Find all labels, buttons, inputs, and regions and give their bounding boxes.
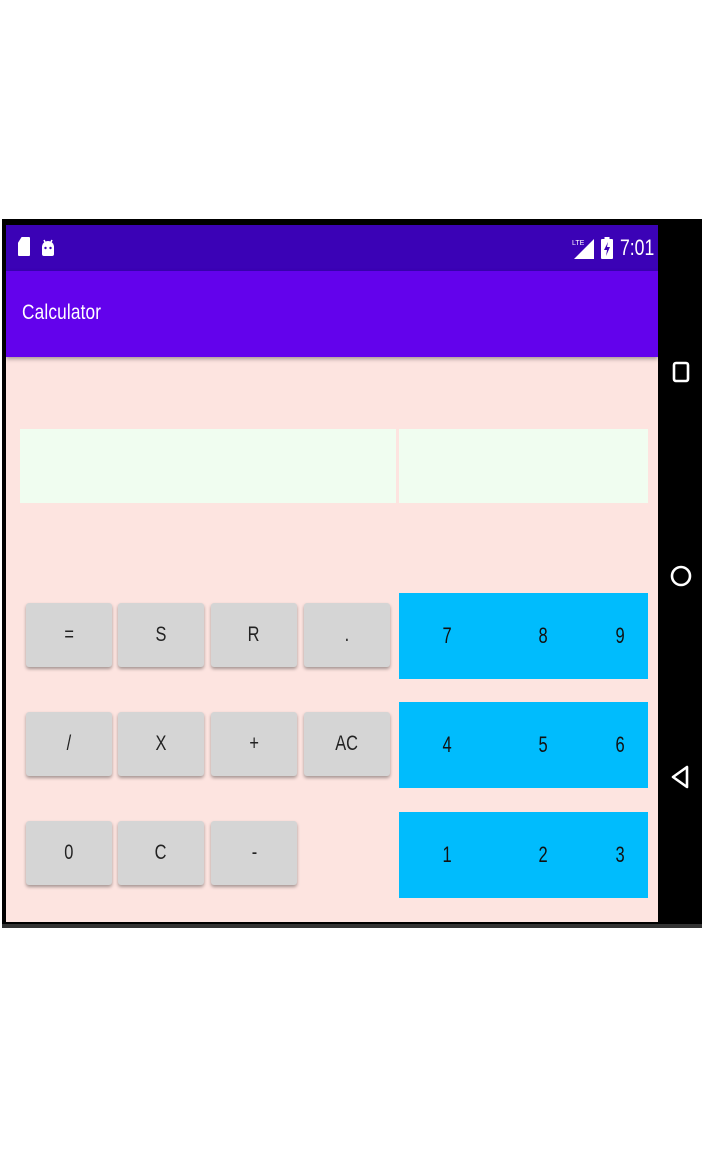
- digit-1-button[interactable]: 1: [422, 812, 472, 898]
- back-icon[interactable]: [668, 764, 694, 790]
- battery-charging-icon: [601, 237, 613, 259]
- number-row-456: 4 5 6: [399, 702, 648, 788]
- svg-text:LTE: LTE: [572, 240, 585, 247]
- lte-signal-icon: LTE: [572, 239, 594, 259]
- navigation-bar: [658, 219, 702, 928]
- device-frame: LTE 7:01 Calculator = S R . / X + AC 0 C…: [2, 219, 702, 928]
- result-display[interactable]: [20, 429, 396, 503]
- digit-7-button[interactable]: 7: [422, 593, 472, 679]
- sd-card-icon: [18, 237, 30, 256]
- zero-button[interactable]: 0: [26, 821, 112, 885]
- subtract-button[interactable]: -: [211, 821, 297, 885]
- digit-2-button[interactable]: 2: [518, 812, 568, 898]
- status-bar: LTE 7:01: [6, 225, 658, 271]
- digit-4-button[interactable]: 4: [422, 702, 472, 788]
- device-bottom-edge: [2, 924, 702, 928]
- app-title: Calculator: [22, 301, 102, 324]
- decimal-button[interactable]: .: [304, 603, 390, 667]
- status-clock: 7:01: [620, 235, 655, 260]
- add-button[interactable]: +: [211, 712, 297, 776]
- digit-8-button[interactable]: 8: [518, 593, 568, 679]
- home-icon[interactable]: [668, 563, 694, 589]
- r-button[interactable]: R: [211, 603, 297, 667]
- digit-5-button[interactable]: 5: [518, 702, 568, 788]
- recents-icon[interactable]: [668, 359, 694, 385]
- input-display[interactable]: [399, 429, 648, 503]
- app-bar: Calculator: [6, 271, 658, 357]
- number-row-789: 7 8 9: [399, 593, 648, 679]
- all-clear-button[interactable]: AC: [304, 712, 390, 776]
- android-icon: [42, 239, 54, 256]
- digit-9-button[interactable]: 9: [595, 593, 645, 679]
- number-row-123: 1 2 3: [399, 812, 648, 898]
- app-screen: LTE 7:01 Calculator = S R . / X + AC 0 C…: [6, 225, 658, 922]
- digit-3-button[interactable]: 3: [595, 812, 645, 898]
- multiply-button[interactable]: X: [118, 712, 204, 776]
- s-button[interactable]: S: [118, 603, 204, 667]
- equals-button[interactable]: =: [26, 603, 112, 667]
- clear-button[interactable]: C: [118, 821, 204, 885]
- divide-button[interactable]: /: [26, 712, 112, 776]
- digit-6-button[interactable]: 6: [595, 702, 645, 788]
